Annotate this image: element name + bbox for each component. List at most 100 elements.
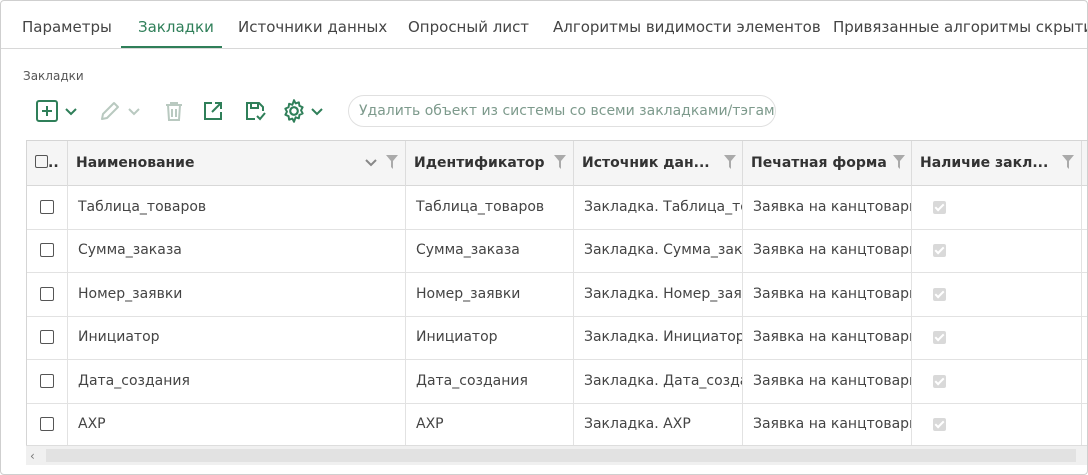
tab-bookmarks[interactable]: Закладки <box>138 1 214 48</box>
row-checkbox[interactable] <box>40 373 54 388</box>
cell-has-bookmark <box>912 272 1082 316</box>
settings-button[interactable] <box>281 97 325 125</box>
pencil-icon <box>101 102 119 120</box>
section-label: Закладки <box>23 69 84 83</box>
cell-id: Таблица_товаров <box>406 186 574 229</box>
tab-parameters[interactable]: Параметры <box>22 1 112 48</box>
cell-source: Закладка. Сумма_заказа <box>574 229 743 273</box>
select-all-ellipsis: .. <box>48 155 59 171</box>
table-header: .. Наименование Идентификатор Источник д… <box>27 141 1087 186</box>
column-header-name-label: Наименование <box>76 155 195 171</box>
has-bookmark-checkbox <box>933 201 946 214</box>
has-bookmark-checkbox <box>933 418 946 431</box>
cell-form: Заявка на канцтовары_ <box>743 359 912 403</box>
row-checkbox[interactable] <box>40 286 54 301</box>
row-select-cell <box>27 186 68 229</box>
save-button[interactable] <box>243 97 267 125</box>
filter-icon[interactable] <box>554 155 566 169</box>
table-row[interactable]: АХР АХР Закладка. АХР Заявка на канцтовары_ <box>27 403 1087 447</box>
has-bookmark-checkbox <box>933 374 946 388</box>
tab-questionnaire[interactable]: Опросный лист <box>408 1 529 48</box>
filter-icon[interactable] <box>1062 155 1074 169</box>
tab-data-sources[interactable]: Источники данных <box>238 1 387 48</box>
chevron-down-icon <box>65 108 77 116</box>
cell-name: Инициатор <box>68 316 406 360</box>
cell-source: Закладка. АХР <box>574 403 743 446</box>
cell-id: Сумма_заказа <box>406 229 574 273</box>
delete-button[interactable] <box>162 97 186 125</box>
cell-name: АХР <box>68 403 406 446</box>
tab-visibility-algorithms[interactable]: Алгоритмы видимости элементов <box>553 1 821 48</box>
cell-id: АХР <box>406 403 574 446</box>
cell-has-bookmark <box>912 403 1082 446</box>
filter-icon[interactable] <box>386 155 398 169</box>
table-row[interactable]: Инициатор Инициатор Закладка. Инициатор Зая… <box>27 316 1087 361</box>
has-bookmark-checkbox <box>933 331 946 345</box>
export-icon <box>204 102 222 120</box>
save-check-icon <box>246 102 266 121</box>
row-checkbox[interactable] <box>40 330 54 345</box>
cell-form: Заявка на канцтовары_ <box>743 229 912 273</box>
cell-has-bookmark <box>912 186 1082 229</box>
table-row[interactable]: Дата_создания Дата_создания Закладка. Дата… <box>27 359 1087 404</box>
column-header-identifier[interactable]: Идентификатор <box>406 141 574 186</box>
cell-id: Номер_заявки <box>406 272 574 316</box>
column-header-source-label: Источник дан... <box>582 155 710 171</box>
tab-hide-algorithms[interactable]: Привязанные алгоритмы скрытия <box>833 1 1087 48</box>
cell-has-bookmark <box>912 229 1082 273</box>
cell-id: Дата_создания <box>406 359 574 403</box>
column-header-identifier-label: Идентификатор <box>414 155 545 171</box>
column-header-print-form-label: Печатная форма <box>751 155 887 171</box>
row-checkbox[interactable] <box>40 200 54 214</box>
cell-source: Закладка. Дата_создания <box>574 359 743 403</box>
has-bookmark-checkbox <box>933 287 946 301</box>
cell-source: Закладка. Номер_заявки <box>574 272 743 316</box>
trash-icon <box>166 102 182 121</box>
cell-name: Сумма_заказа <box>68 229 406 273</box>
scroll-left-icon[interactable]: ‹ <box>30 448 35 464</box>
filter-icon[interactable] <box>893 155 905 169</box>
table-row[interactable]: Номер_заявки Номер_заявки Закладка. Номер_… <box>27 272 1087 317</box>
row-select-cell <box>27 359 68 403</box>
open-external-button[interactable] <box>201 97 225 125</box>
cell-name: Таблица_товаров <box>68 186 406 229</box>
row-checkbox[interactable] <box>40 243 54 258</box>
cell-form: Заявка на канцтовары_ <box>743 272 912 316</box>
column-header-has-bookmark[interactable]: Наличие закл... <box>912 141 1082 186</box>
has-bookmark-checkbox <box>933 244 946 258</box>
cell-has-bookmark <box>912 359 1082 403</box>
add-button[interactable] <box>35 97 79 125</box>
row-select-cell <box>27 229 68 273</box>
select-all-checkbox[interactable] <box>35 155 48 168</box>
gear-icon <box>284 99 304 123</box>
add-icon <box>36 100 58 122</box>
chevron-down-icon <box>311 108 323 116</box>
cell-form: Заявка на канцтовары_ <box>743 316 912 360</box>
bookmarks-panel: Параметры Закладки Источники данных Опро… <box>0 0 1088 475</box>
row-checkbox[interactable] <box>40 417 54 431</box>
cell-name: Дата_создания <box>68 359 406 403</box>
active-tab-indicator <box>121 46 222 48</box>
chevron-down-icon[interactable] <box>364 155 378 169</box>
cell-name: Номер_заявки <box>68 272 406 316</box>
scrollbar-thumb[interactable] <box>46 449 1076 462</box>
table-row[interactable]: Таблица_товаров Таблица_товаров Закладка. … <box>27 186 1087 230</box>
chevron-down-icon <box>128 108 140 116</box>
table-row[interactable]: Сумма_заказа Сумма_заказа Закладка. Сумма_… <box>27 229 1087 274</box>
column-header-name[interactable]: Наименование <box>68 141 406 186</box>
edit-button[interactable] <box>98 97 142 125</box>
horizontal-scrollbar[interactable]: ‹ <box>26 445 1087 465</box>
filter-icon[interactable] <box>724 155 736 169</box>
cell-form: Заявка на канцтовары_ <box>743 403 912 446</box>
cell-source: Закладка. Таблица_товаров <box>574 186 743 229</box>
cell-form: Заявка на канцтовары_ <box>743 186 912 229</box>
delete-hint-tooltip: Удалить объект из системы со всеми закла… <box>348 95 776 127</box>
cell-has-bookmark <box>912 316 1082 360</box>
column-header-source[interactable]: Источник дан... <box>574 141 743 186</box>
row-select-cell <box>27 316 68 360</box>
column-header-print-form[interactable]: Печатная форма <box>743 141 912 186</box>
row-select-cell <box>27 403 68 446</box>
bookmarks-table: .. Наименование Идентификатор Источник д… <box>26 140 1087 465</box>
row-select-cell <box>27 272 68 316</box>
cell-source: Закладка. Инициатор <box>574 316 743 360</box>
